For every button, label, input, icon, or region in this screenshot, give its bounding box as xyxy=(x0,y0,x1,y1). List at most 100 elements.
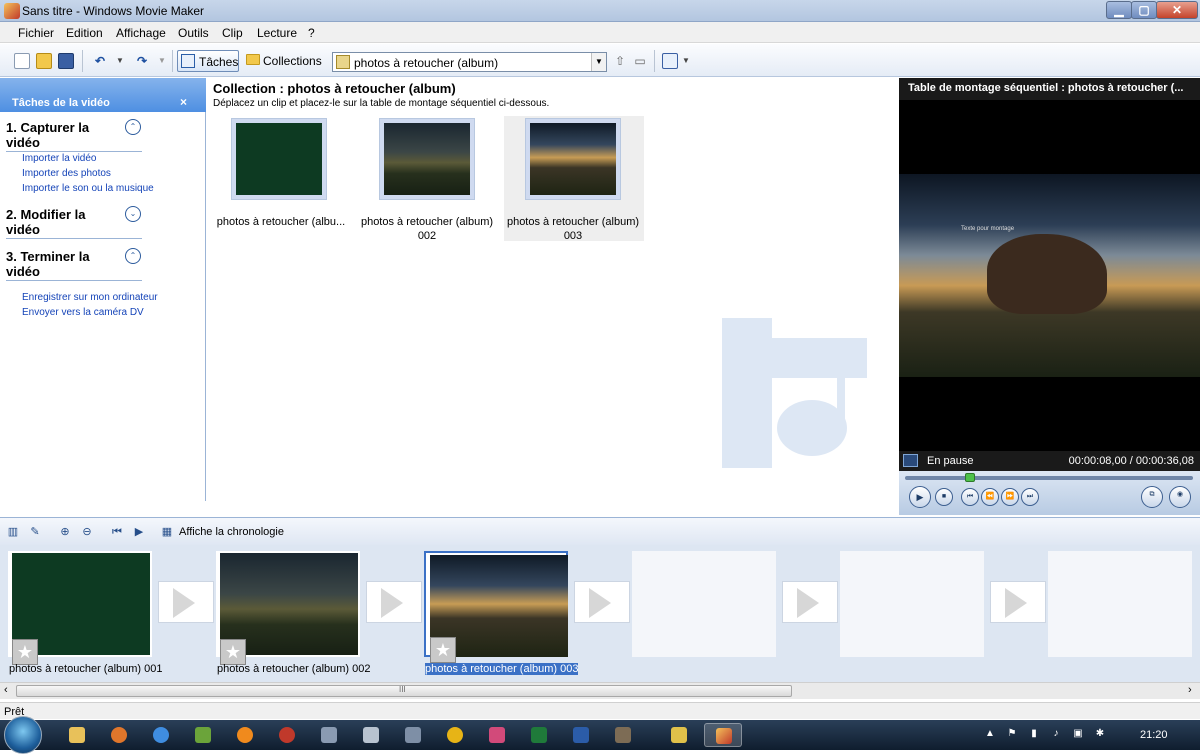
storyboard-label-003[interactable]: photos à retoucher (album) 003 xyxy=(425,663,579,675)
scrollbar-thumb[interactable]: III xyxy=(16,685,792,697)
link-send-dv-camera[interactable]: Envoyer vers la caméra DV xyxy=(22,307,144,318)
tasks-button[interactable]: Tâches xyxy=(177,50,239,72)
snapshot-icon[interactable]: ◉ xyxy=(1169,486,1191,508)
section-finish-title[interactable]: 3. Terminer la vidéo xyxy=(6,249,116,279)
rewind-storyboard-icon[interactable]: ⏮ xyxy=(110,525,124,539)
previous-icon[interactable]: ⏮ xyxy=(961,488,979,506)
scroll-right-icon[interactable]: › xyxy=(1188,684,1192,696)
bluetooth-icon[interactable]: ✱ xyxy=(1094,728,1106,740)
transition-slot[interactable] xyxy=(782,581,838,623)
undo-icon[interactable]: ↶ xyxy=(92,53,108,69)
minimize-button[interactable]: ▁ xyxy=(1106,1,1132,19)
seek-handle[interactable] xyxy=(965,473,975,482)
star-effect-icon[interactable]: ★ xyxy=(12,639,38,665)
taskbar-app-8[interactable] xyxy=(352,723,390,747)
section-edit-title[interactable]: 2. Modifier la vidéo xyxy=(6,207,116,237)
show-timeline-button[interactable]: Affiche la chronologie xyxy=(179,526,284,538)
transition-slot[interactable] xyxy=(366,581,422,623)
taskbar-word[interactable] xyxy=(562,723,600,747)
close-button[interactable]: ✕ xyxy=(1156,1,1198,19)
link-import-photos[interactable]: Importer des photos xyxy=(22,168,111,179)
timeline-icon[interactable]: ▦ xyxy=(160,525,174,539)
volume-icon[interactable]: ♪ xyxy=(1050,728,1062,740)
redo-dropdown-icon[interactable]: ▼ xyxy=(154,53,170,69)
next-icon[interactable]: ⏭ xyxy=(1021,488,1039,506)
maximize-button[interactable]: ▢ xyxy=(1131,1,1157,19)
menu-fichier[interactable]: Fichier xyxy=(18,26,54,40)
taskbar-firefox[interactable] xyxy=(100,723,138,747)
taskbar-app-4[interactable] xyxy=(184,723,222,747)
transition-slot[interactable] xyxy=(574,581,630,623)
taskbar-explorer[interactable] xyxy=(58,723,96,747)
link-import-audio[interactable]: Importer le son ou la musique xyxy=(22,183,154,194)
action-center-flag-icon[interactable]: ⚑ xyxy=(1006,728,1018,740)
views-icon[interactable] xyxy=(662,53,678,69)
menu-edition[interactable]: Edition xyxy=(66,26,103,40)
collection-dropdown[interactable]: photos à retoucher (album) ▼ xyxy=(332,52,607,72)
tray-expand-icon[interactable]: ▲ xyxy=(984,728,996,740)
taskbar-movie-maker[interactable] xyxy=(704,723,742,747)
collections-button[interactable]: Collections xyxy=(243,50,327,72)
clip-thumbnail-001[interactable] xyxy=(231,118,327,200)
menu-clip[interactable]: Clip xyxy=(222,26,243,40)
taskbar-gimp[interactable] xyxy=(604,723,642,747)
storyboard-clip-002[interactable]: ★ xyxy=(216,551,360,665)
zoom-in-icon[interactable]: ⊕ xyxy=(58,525,72,539)
collapse-icon[interactable]: ⌃ xyxy=(125,119,141,135)
clock[interactable]: 21:20 xyxy=(1140,729,1168,741)
expand-icon[interactable]: ⌄ xyxy=(125,206,141,222)
storyboard-label-002[interactable]: photos à retoucher (album) 002 xyxy=(217,663,370,675)
taskbar-ie[interactable] xyxy=(142,723,180,747)
scroll-left-icon[interactable]: ‹ xyxy=(4,684,8,696)
preview-screen[interactable]: Texte pour montage xyxy=(899,174,1200,377)
forward-icon[interactable]: ⏩ xyxy=(1001,488,1019,506)
views-dropdown-icon[interactable]: ▼ xyxy=(678,53,694,69)
save-project-icon[interactable] xyxy=(58,53,74,69)
transition-slot[interactable] xyxy=(990,581,1046,623)
network-icon[interactable]: ▮ xyxy=(1028,728,1040,740)
new-project-icon[interactable] xyxy=(14,53,30,69)
taskbar-app-15[interactable] xyxy=(660,723,698,747)
open-project-icon[interactable] xyxy=(36,53,52,69)
clip-thumbnail-002[interactable] xyxy=(379,118,475,200)
section-capture-title[interactable]: 1. Capturer la vidéo xyxy=(6,120,116,150)
seek-bar[interactable] xyxy=(905,476,1193,480)
menu-help[interactable]: ? xyxy=(308,26,315,40)
horizontal-scrollbar[interactable]: ‹ III › xyxy=(0,682,1200,699)
star-effect-icon[interactable]: ★ xyxy=(430,637,456,663)
device-icon[interactable]: ▣ xyxy=(1072,728,1084,740)
storyboard-label-001[interactable]: photos à retoucher (album) 001 xyxy=(9,663,162,675)
link-import-video[interactable]: Importer la vidéo xyxy=(22,153,96,164)
play-icon[interactable]: ▶ xyxy=(909,486,931,508)
menu-lecture[interactable]: Lecture xyxy=(257,26,297,40)
taskbar-paint[interactable] xyxy=(478,723,516,747)
link-save-computer[interactable]: Enregistrer sur mon ordinateur xyxy=(22,292,158,303)
redo-icon[interactable]: ↷ xyxy=(134,53,150,69)
undo-dropdown-icon[interactable]: ▼ xyxy=(112,53,128,69)
taskbar-app-6[interactable] xyxy=(268,723,306,747)
clip-label-003[interactable]: photos à retoucher (album) 003 xyxy=(499,215,647,243)
empty-clip-slot[interactable] xyxy=(632,551,776,657)
up-level-icon[interactable]: ⇧ xyxy=(612,53,628,69)
rewind-icon[interactable]: ⏪ xyxy=(981,488,999,506)
taskbar-media-player[interactable] xyxy=(226,723,264,747)
chevron-down-icon[interactable]: ▼ xyxy=(591,53,606,71)
menu-outils[interactable]: Outils xyxy=(178,26,209,40)
play-storyboard-icon[interactable]: ▶ xyxy=(132,525,146,539)
taskbar-app-9[interactable] xyxy=(394,723,432,747)
menu-affichage[interactable]: Affichage xyxy=(116,26,166,40)
taskbar-app-7[interactable] xyxy=(310,723,348,747)
empty-clip-slot[interactable] xyxy=(840,551,984,657)
taskbar-chrome[interactable] xyxy=(436,723,474,747)
split-clip-icon[interactable]: ⧉ xyxy=(1141,486,1163,508)
storyboard-clip-003[interactable]: ★ xyxy=(424,551,568,663)
stop-icon[interactable]: ■ xyxy=(935,488,953,506)
collapse-icon[interactable]: ⌃ xyxy=(125,248,141,264)
task-pane-close-icon[interactable]: × xyxy=(180,95,187,109)
start-button-icon[interactable] xyxy=(4,716,42,754)
clip-label-002[interactable]: photos à retoucher (album) 002 xyxy=(353,215,501,243)
transition-slot[interactable] xyxy=(158,581,214,623)
star-effect-icon[interactable]: ★ xyxy=(220,639,246,665)
zoom-out-icon[interactable]: ⊖ xyxy=(80,525,94,539)
narration-icon[interactable]: ✎ xyxy=(28,525,42,539)
